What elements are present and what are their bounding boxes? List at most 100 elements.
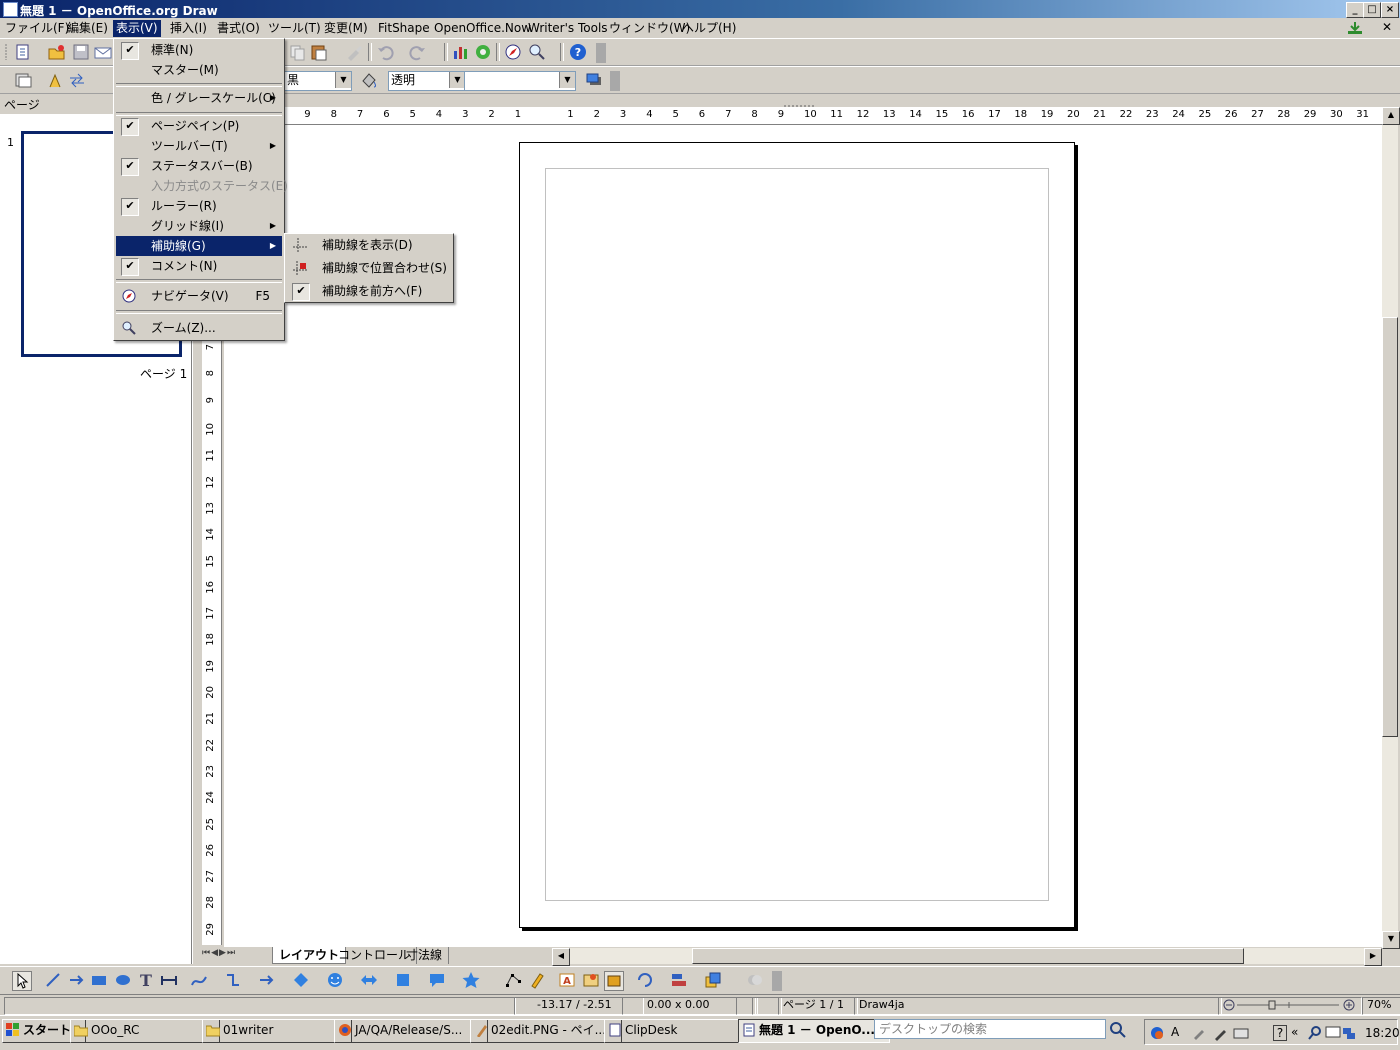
copy-icon[interactable] <box>288 43 306 61</box>
fontwork-icon[interactable]: A <box>558 971 576 989</box>
tab-dimension-lines[interactable]: 寸法線 <box>400 947 450 964</box>
task-clipdesk[interactable]: ClipDesk <box>604 1019 756 1043</box>
basic-shapes-icon[interactable] <box>292 971 310 989</box>
menu-format[interactable]: 書式(O) <box>214 20 263 37</box>
block-arrows-icon[interactable] <box>360 971 378 989</box>
arrange-icon[interactable] <box>704 971 722 989</box>
menu-item-snap-to-guides[interactable]: 補助線で位置合わせ(S) <box>287 258 451 278</box>
curve-tool-icon[interactable] <box>190 971 208 989</box>
select-tool-icon[interactable] <box>12 971 32 991</box>
email-icon[interactable] <box>94 43 112 61</box>
menu-item-toolbars[interactable]: ツールバー(T) ▶ <box>116 136 282 156</box>
zoom-icon[interactable] <box>528 43 546 61</box>
arrow-line-tool-icon[interactable] <box>68 971 86 989</box>
network-tray-icon[interactable] <box>1341 1025 1357 1041</box>
task-firefox[interactable]: JA/QA/Release/S... <box>334 1019 488 1043</box>
navigator-icon[interactable] <box>504 43 522 61</box>
line-color-select[interactable]: 黒 ▼ <box>284 71 352 91</box>
menu-item-status-bar[interactable]: ✔ ステータスバー(B) <box>116 156 282 176</box>
menu-item-master[interactable]: マスター(M) <box>116 60 282 80</box>
extrusion-icon[interactable] <box>604 971 624 991</box>
minimize-button[interactable]: _ <box>1346 2 1364 18</box>
search-tray-icon[interactable] <box>1307 1025 1323 1041</box>
scroll-up-button[interactable]: ▲ <box>1382 107 1400 125</box>
line-tool-icon[interactable] <box>44 971 62 989</box>
menu-edit[interactable]: 編集(E) <box>64 20 111 37</box>
keyboard-tray-icon[interactable] <box>1233 1025 1249 1041</box>
menu-item-rulers[interactable]: ✔ ルーラー(R) <box>116 196 282 216</box>
paste-icon[interactable] <box>310 43 328 61</box>
task-ooo-rc[interactable]: OOo_RC <box>70 1019 220 1043</box>
menu-item-zoom[interactable]: ズーム(Z)... <box>116 318 282 338</box>
effects-icon[interactable] <box>636 971 654 989</box>
toolbar-overflow[interactable] <box>772 971 782 991</box>
status-zoom[interactable]: 70% <box>1362 997 1400 1015</box>
zoom-slider[interactable] <box>1218 997 1362 1015</box>
toolbar-overflow[interactable] <box>596 43 606 63</box>
close-document-icon[interactable]: ✕ <box>1382 20 1396 34</box>
help-tray-icon[interactable]: ? <box>1273 1025 1287 1041</box>
points-icon[interactable] <box>504 971 522 989</box>
lines-arrows-icon[interactable] <box>258 971 276 989</box>
tools-tray-icon[interactable] <box>1191 1025 1207 1041</box>
menu-item-comments[interactable]: ✔ コメント(N) <box>116 256 282 276</box>
area-icon[interactable] <box>360 71 378 89</box>
ellipse-tool-icon[interactable] <box>114 971 132 989</box>
menu-help[interactable]: ヘルプ(H) <box>679 20 739 37</box>
connector-tool-icon[interactable] <box>224 971 242 989</box>
menu-fitshape[interactable]: FitShape <box>375 20 433 37</box>
dimension-line-icon[interactable] <box>160 971 178 989</box>
from-file-icon[interactable] <box>582 971 600 989</box>
menu-item-normal[interactable]: ✔ 標準(N) <box>116 40 282 60</box>
search-icon[interactable] <box>1108 1020 1128 1040</box>
text-tool-icon[interactable]: T <box>137 971 155 990</box>
update-icon[interactable] <box>1346 21 1364 35</box>
open-icon[interactable] <box>48 43 66 61</box>
ime-icon[interactable]: A <box>1171 1025 1187 1041</box>
menu-item-show-guides[interactable]: 補助線を表示(D) <box>287 235 451 255</box>
horizontal-scrollbar[interactable]: ◀ ▶ <box>552 948 1382 966</box>
vertical-scrollbar[interactable]: ▲ ▼ <box>1382 107 1400 949</box>
redo-icon[interactable] <box>409 43 427 61</box>
vertical-scroll-thumb[interactable] <box>1382 317 1398 737</box>
chart-icon[interactable] <box>452 43 470 61</box>
extrusion-toggle-icon[interactable] <box>746 971 764 989</box>
area-fill-select[interactable]: ▼ <box>464 71 576 91</box>
menu-tools[interactable]: ツール(T) <box>265 20 324 37</box>
menu-item-guides-to-front[interactable]: ✔ 補助線を前方へ(F) <box>287 281 451 301</box>
tray-expand-icon[interactable]: « <box>1291 1025 1305 1041</box>
monitor-tray-icon[interactable] <box>1325 1025 1341 1041</box>
horizontal-scroll-thumb[interactable] <box>692 948 1244 964</box>
help-icon[interactable]: ? <box>569 43 587 61</box>
flowchart-icon[interactable] <box>394 971 412 989</box>
undo-icon[interactable] <box>376 43 394 61</box>
menu-item-navigator[interactable]: ナビゲータ(V) F5 <box>116 286 282 306</box>
maximize-button[interactable]: □ <box>1363 2 1381 18</box>
tab-navigation-buttons[interactable]: ⏮◀▶⏭ <box>202 948 270 964</box>
rectangle-tool-icon[interactable] <box>90 971 108 989</box>
pen-tray-icon[interactable] <box>1213 1025 1229 1041</box>
menu-item-page-pane[interactable]: ✔ ページペイン(P) <box>116 116 282 136</box>
shadow-icon[interactable] <box>585 71 603 89</box>
styles-icon[interactable] <box>14 71 32 89</box>
tray-app-icon[interactable] <box>1149 1025 1165 1041</box>
menu-item-guides[interactable]: 補助線(G) ▶ <box>116 236 282 256</box>
stars-icon[interactable] <box>462 971 480 989</box>
menu-writers-tools[interactable]: Writer's Tools <box>525 20 611 37</box>
task-paint[interactable]: 02edit.PNG - ペイ... <box>470 1019 622 1043</box>
menu-insert[interactable]: 挿入(I) <box>167 20 210 37</box>
toolbar-overflow[interactable] <box>610 71 620 91</box>
symbol-shapes-icon[interactable] <box>326 971 344 989</box>
gallery-icon[interactable] <box>474 43 492 61</box>
scroll-down-button[interactable]: ▼ <box>1382 931 1400 949</box>
menu-openoffice-now[interactable]: OpenOffice.Now <box>431 20 534 37</box>
menu-item-color-grayscale[interactable]: 色 / グレースケール(C) ▶ <box>116 88 282 108</box>
ruler-grip[interactable] <box>780 98 820 107</box>
menu-view[interactable]: 表示(V) <box>113 20 161 37</box>
task-openoffice-draw[interactable]: 無題 1 － OpenO... <box>738 1019 890 1043</box>
save-icon[interactable] <box>72 43 90 61</box>
desktop-search-input[interactable]: デスクトップの検索 <box>874 1019 1106 1039</box>
scroll-right-button[interactable]: ▶ <box>1364 948 1382 966</box>
menu-item-grid[interactable]: グリッド線(I) ▶ <box>116 216 282 236</box>
task-01writer[interactable]: 01writer <box>202 1019 352 1043</box>
